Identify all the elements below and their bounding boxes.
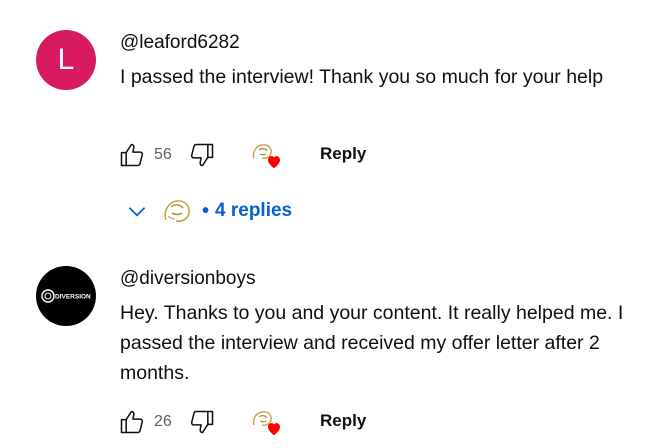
- separator-dot: •: [202, 199, 210, 222]
- dislike-button[interactable]: [186, 139, 218, 171]
- comment-text: I passed the interview! Thank you so muc…: [120, 66, 604, 88]
- like-count: 56: [154, 146, 172, 163]
- creator-heart-badge: [250, 407, 286, 439]
- replies-count-label[interactable]: 4 replies: [215, 200, 292, 222]
- avatar[interactable]: DIVERSION: [36, 266, 96, 326]
- reply-button[interactable]: Reply: [320, 144, 366, 164]
- avatar-letter: L: [57, 43, 75, 76]
- thumbs-up-icon: [120, 410, 144, 434]
- like-button[interactable]: [116, 406, 148, 438]
- comment-author[interactable]: @diversionboys: [120, 268, 255, 290]
- thumbs-down-icon: [190, 143, 214, 167]
- logo-text: DIVERSION: [55, 294, 91, 301]
- reply-button[interactable]: Reply: [320, 411, 366, 431]
- comment-author[interactable]: @leaford6282: [120, 32, 240, 54]
- comment-toolbar: 26 Reply: [116, 405, 416, 439]
- heart-icon: [268, 423, 280, 436]
- avatar[interactable]: L: [36, 30, 96, 90]
- like-button[interactable]: [116, 139, 148, 171]
- heart-icon: [268, 156, 280, 169]
- thumbs-down-icon: [190, 410, 214, 434]
- comment-thread-2: DIVERSION @diversionboys Hey. Thanks to …: [0, 250, 648, 448]
- comment-toolbar: 56 Reply: [116, 138, 416, 172]
- dislike-button[interactable]: [186, 406, 218, 438]
- comment-text: Hey. Thanks to you and your content. It …: [120, 302, 624, 384]
- like-count: 26: [154, 413, 172, 430]
- creator-avatar-icon: [164, 200, 190, 222]
- creator-heart-badge: [250, 140, 286, 172]
- chevron-down-icon: [128, 207, 146, 217]
- view-replies-button[interactable]: • 4 replies: [124, 192, 292, 230]
- diversion-logo-icon: DIVERSION: [41, 289, 91, 303]
- comment-thread-1: L @leaford6282 I passed the interview! T…: [0, 0, 648, 222]
- thumbs-up-icon: [120, 143, 144, 167]
